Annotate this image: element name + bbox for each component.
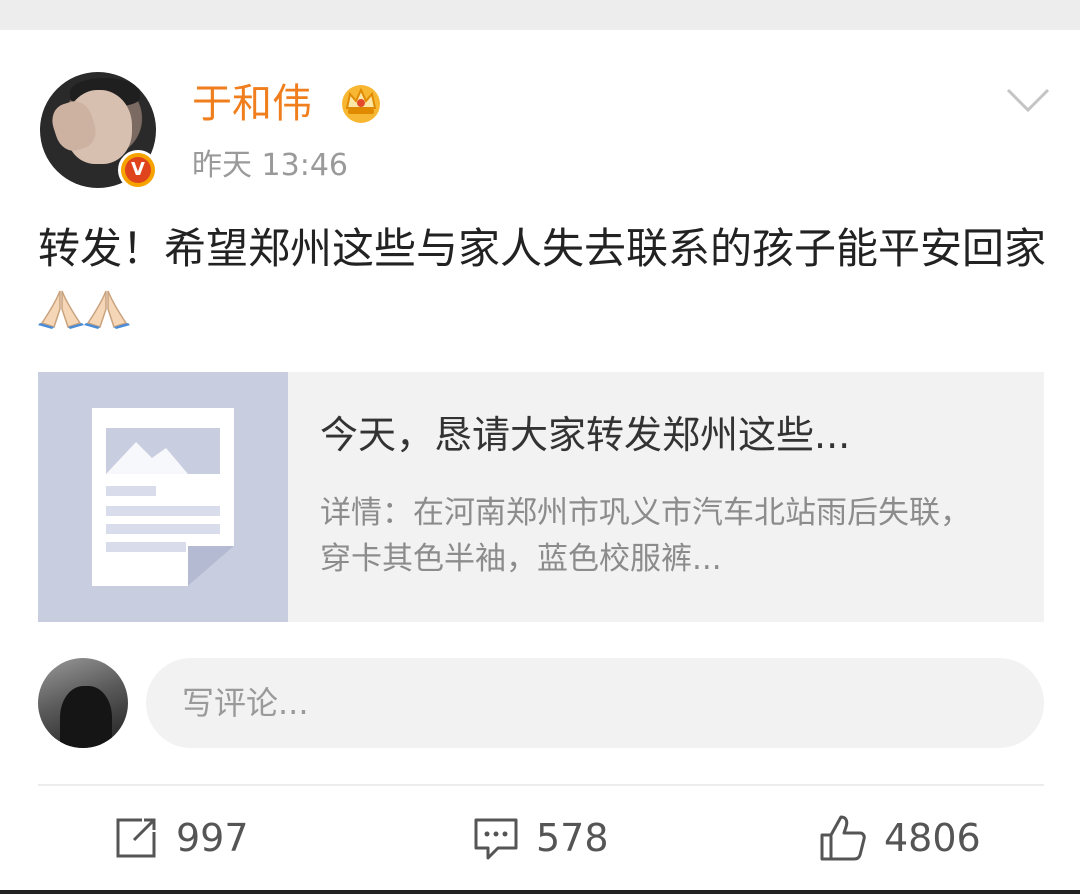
- comment-input[interactable]: [146, 658, 1044, 748]
- article-description: 详情：在河南郑州市巩义市汽车北站雨后失联，穿卡其色半袖，蓝色校服裤...: [320, 495, 971, 577]
- top-strip: [0, 0, 1080, 30]
- like-button[interactable]: 4806: [818, 810, 981, 866]
- post-timestamp: 昨天 13:46: [192, 148, 348, 183]
- praying-hands-icon: [84, 290, 130, 329]
- weibo-post-card: V 于和伟 昨天 13:46 转发！希望郑州这些与家人失去联系的孩子能平安回家: [0, 30, 1080, 890]
- post-body: 转发！希望郑州这些与家人失去联系的孩子能平安回家: [38, 218, 1050, 342]
- article-thumbnail: [38, 372, 288, 622]
- repost-button[interactable]: 997: [112, 810, 249, 866]
- like-count: 4806: [884, 816, 981, 860]
- author-name[interactable]: 于和伟: [192, 76, 312, 132]
- comment-count: 578: [536, 816, 609, 860]
- document-image-icon: [92, 408, 234, 586]
- action-divider: [38, 784, 1044, 786]
- chevron-down-icon[interactable]: [1004, 80, 1052, 120]
- comment-icon: [474, 818, 518, 860]
- repost-count: 997: [176, 816, 249, 860]
- praying-hands-icon: [38, 290, 84, 329]
- verified-v-letter: V: [125, 157, 151, 183]
- repost-icon: [116, 818, 156, 858]
- avatar-figure: [60, 686, 112, 748]
- crown-icon: [342, 85, 380, 123]
- verified-v-icon: V: [118, 150, 158, 190]
- article-title: 今天，恳请大家转发郑州这些...: [320, 413, 851, 457]
- post-text: 转发！希望郑州这些与家人失去联系的孩子能平安回家: [38, 224, 1047, 273]
- screenshot-frame: V 于和伟 昨天 13:46 转发！希望郑州这些与家人失去联系的孩子能平安回家: [0, 0, 1080, 894]
- comment-button[interactable]: 578: [472, 810, 609, 866]
- article-link-card[interactable]: 今天，恳请大家转发郑州这些... 详情：在河南郑州市巩义市汽车北站雨后失联，穿卡…: [38, 372, 1044, 622]
- thumbs-up-icon: [820, 815, 866, 861]
- current-user-avatar[interactable]: [38, 658, 128, 748]
